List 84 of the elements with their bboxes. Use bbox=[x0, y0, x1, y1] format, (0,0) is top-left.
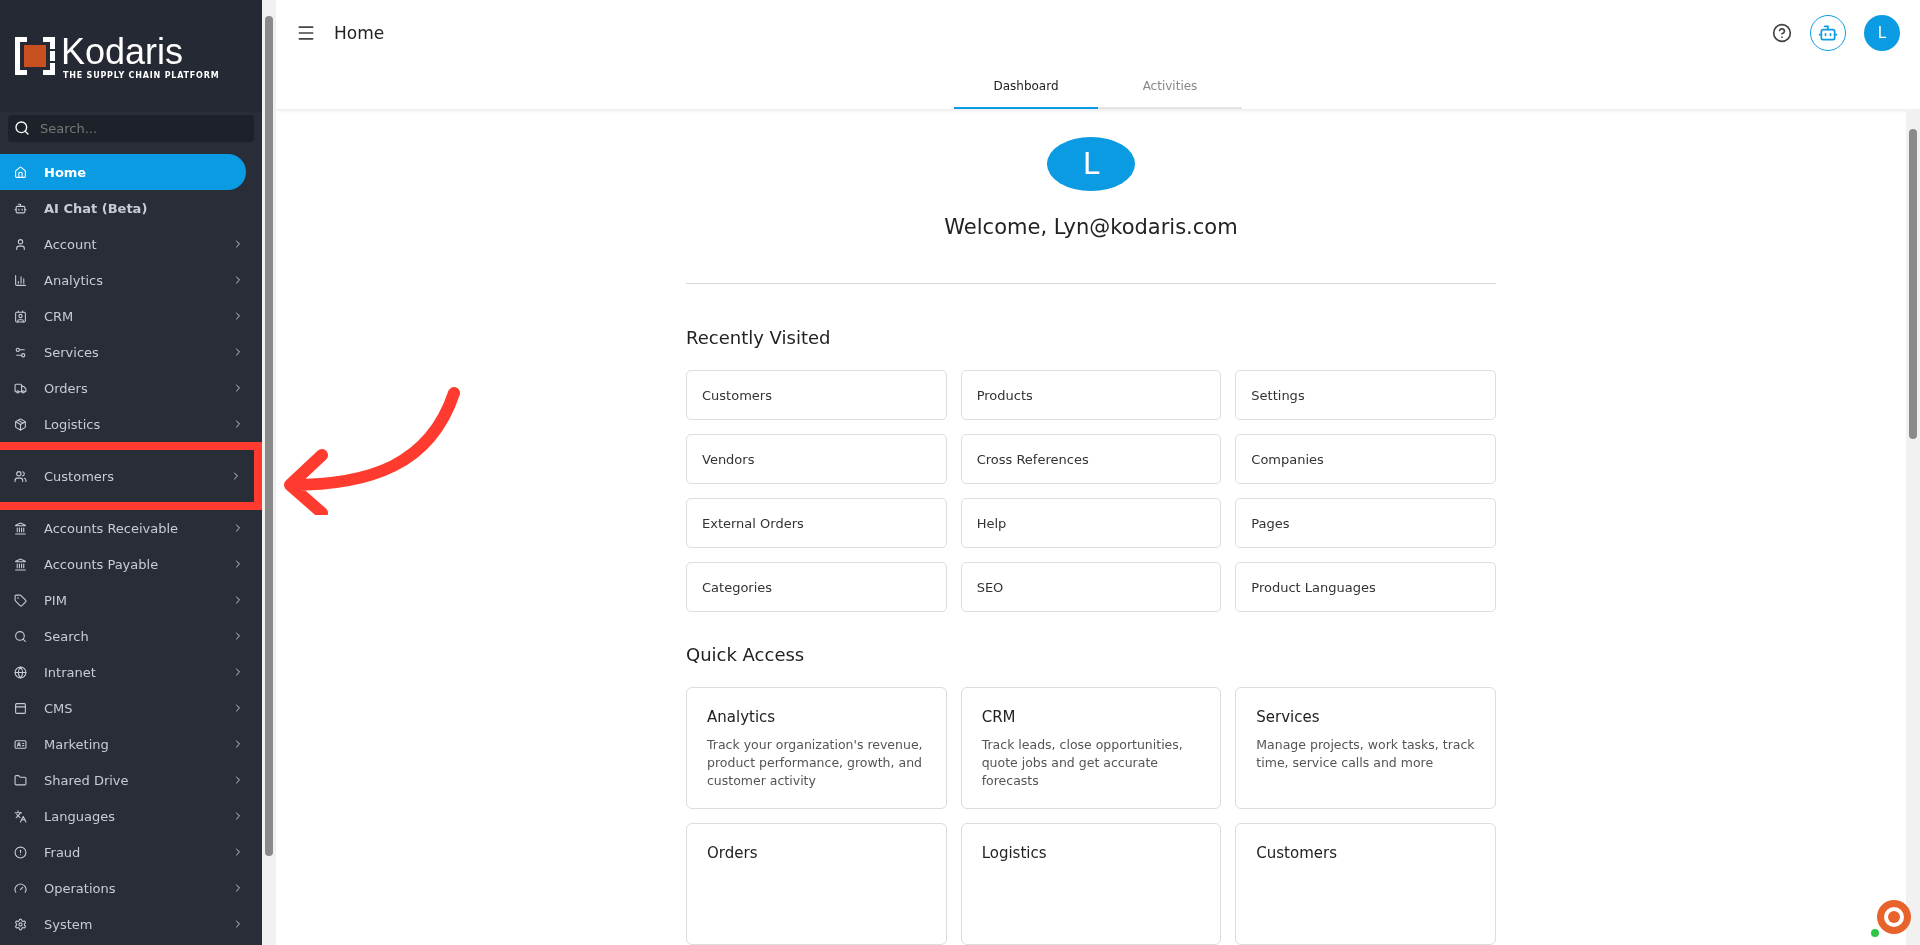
home-icon bbox=[14, 165, 27, 179]
module-card[interactable]: Customers bbox=[1235, 823, 1496, 945]
alert-icon bbox=[14, 845, 27, 859]
sidebar-item[interactable]: Fraud bbox=[0, 834, 262, 870]
sidebar-item[interactable]: Customers bbox=[0, 442, 262, 510]
globe-icon bbox=[14, 665, 27, 679]
page-title: Home bbox=[334, 22, 386, 43]
recent-link[interactable]: Help bbox=[960, 498, 1222, 549]
folder-icon bbox=[14, 773, 27, 787]
search-field[interactable]: Search... bbox=[8, 115, 254, 142]
search-icon bbox=[14, 120, 30, 136]
bank-icon bbox=[14, 521, 27, 535]
sidebar-item[interactable]: Orders bbox=[0, 370, 262, 406]
card-title: Logistics bbox=[981, 844, 1048, 862]
card-title: Orders bbox=[707, 844, 759, 862]
section-title: Recently Visited bbox=[686, 327, 831, 349]
welcome-text: Welcome, Lyn@kodaris.com bbox=[944, 214, 1238, 239]
recent-link[interactable]: Pages bbox=[1235, 498, 1496, 549]
sidebar-item[interactable]: Languages bbox=[0, 798, 262, 834]
recent-link[interactable]: Cross References bbox=[960, 434, 1222, 485]
tag-icon bbox=[14, 593, 27, 607]
sidebar-item[interactable]: AI Chat (Beta) bbox=[0, 190, 262, 226]
recent-link[interactable]: Categories bbox=[686, 562, 947, 613]
tab[interactable]: Dashboard bbox=[954, 65, 1098, 109]
tab[interactable]: Activities bbox=[1098, 65, 1242, 109]
recent-link[interactable]: Products bbox=[960, 370, 1222, 421]
id-card-icon bbox=[14, 737, 27, 751]
sidebar-item[interactable]: Services bbox=[0, 334, 262, 370]
scrollbar[interactable] bbox=[1906, 109, 1920, 945]
logo-name: Kodaris bbox=[61, 32, 184, 71]
module-card[interactable]: CRM Track leads, close opportunities, quote jobs and get accurate forecasts bbox=[960, 687, 1222, 809]
card-description: Track your organization's revenue, product performance, growth, and customer activity bbox=[707, 736, 924, 790]
recent-link[interactable]: Settings bbox=[1235, 370, 1496, 421]
section-title: Quick Access bbox=[686, 644, 805, 665]
logo-tagline: THE SUPPLY CHAIN PLATFORM bbox=[63, 70, 220, 80]
recent-link[interactable]: External Orders bbox=[686, 498, 947, 549]
card-title: Analytics bbox=[707, 708, 777, 726]
sidebar-item[interactable]: Shared Drive bbox=[0, 762, 262, 798]
sidebar-item[interactable]: Accounts Receivable bbox=[0, 510, 262, 546]
chat-widget-icon[interactable] bbox=[1870, 897, 1912, 939]
sidebar-item[interactable]: Account bbox=[0, 226, 262, 262]
sidebar-item[interactable]: Intranet bbox=[0, 654, 262, 690]
module-card[interactable]: Services Manage projects, work tasks, track time, service calls and more bbox=[1235, 687, 1496, 809]
sidebar-item[interactable]: Search bbox=[0, 618, 262, 654]
gauge-icon bbox=[14, 881, 27, 895]
module-card[interactable]: Analytics Track your organization's revenue, product performance, growth, and customer activity bbox=[686, 687, 947, 809]
sidebar-item[interactable]: Marketing bbox=[0, 726, 262, 762]
recent-link[interactable]: Product Languages bbox=[1235, 562, 1496, 613]
scrollbar[interactable] bbox=[262, 0, 276, 945]
settings-icon bbox=[14, 917, 27, 931]
sidebar-item[interactable]: CRM bbox=[0, 298, 262, 334]
sidebar-item[interactable]: Operations bbox=[0, 870, 262, 906]
sidebar-item[interactable]: CMS bbox=[0, 690, 262, 726]
robot-button[interactable] bbox=[1810, 14, 1846, 51]
card-title: CRM bbox=[981, 708, 1017, 726]
robot-icon bbox=[14, 201, 27, 215]
card-title: Services bbox=[1256, 708, 1321, 726]
bank-icon bbox=[14, 557, 27, 571]
module-card[interactable]: Logistics bbox=[960, 823, 1222, 945]
user-icon bbox=[14, 237, 27, 251]
contact-card-icon bbox=[14, 309, 27, 323]
card-title: Customers bbox=[1256, 844, 1338, 862]
sidebar-item[interactable]: Analytics bbox=[0, 262, 262, 298]
card-description: Manage projects, work tasks, track time, service calls and more bbox=[1256, 736, 1475, 772]
user-avatar: L bbox=[1047, 137, 1135, 191]
recent-link[interactable]: SEO bbox=[960, 562, 1222, 613]
recent-link[interactable]: Customers bbox=[686, 370, 947, 421]
sidebar-item[interactable]: Logistics bbox=[0, 406, 262, 442]
search-icon bbox=[14, 629, 27, 643]
card-description: Track leads, close opportunities, quote jobs and get accurate forecasts bbox=[981, 736, 1184, 790]
panel-icon bbox=[14, 701, 27, 715]
chart-icon bbox=[14, 273, 27, 287]
truck-icon bbox=[14, 381, 27, 395]
recent-link[interactable]: Vendors bbox=[686, 434, 947, 485]
help-icon[interactable] bbox=[1772, 22, 1792, 43]
people-icon bbox=[14, 469, 27, 483]
logo-icon bbox=[15, 37, 55, 75]
package-icon bbox=[14, 417, 27, 431]
sidebar-item[interactable]: Accounts Payable bbox=[0, 546, 262, 582]
sidebar-item[interactable]: PIM bbox=[0, 582, 262, 618]
recent-link[interactable]: Companies bbox=[1235, 434, 1496, 485]
translate-icon bbox=[14, 809, 27, 823]
module-card[interactable]: Orders bbox=[686, 823, 947, 945]
sidebar-item[interactable]: System bbox=[0, 906, 262, 942]
